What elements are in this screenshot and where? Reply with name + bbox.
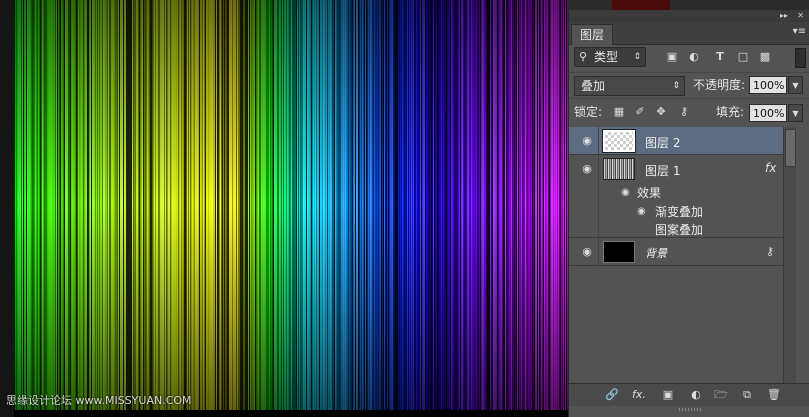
smart-object-filter-icon[interactable]: ▩ [759,51,771,63]
layers-bottom-toolbar: 🔗 fx. ▣ ◐ 🗁 ⧉ 🗑 [569,383,809,406]
eye-icon[interactable]: ◉ [637,206,646,217]
layer-row-background[interactable]: ◉ 背景 ⚷ [569,238,783,266]
link-layers-icon[interactable]: 🔗 [604,388,620,402]
eye-icon[interactable]: ◉ [621,187,630,198]
eye-icon[interactable]: ◉ [580,246,594,257]
collapse-icon[interactable]: ▸▸ [780,10,788,22]
visibility-column: ◉ [569,238,599,265]
blend-mode-select[interactable]: 叠加 ⇕ [574,76,685,96]
panel-titlebar: ▸▸ ✕ [569,10,809,22]
layer-row-2[interactable]: ◉ 图层 2 [569,127,783,155]
layer-name: 图层 1 [645,164,681,178]
eye-icon[interactable]: ◉ [580,163,594,174]
fill-input[interactable]: 100% [749,104,787,122]
fx-badge[interactable]: fx [765,161,776,175]
panel-resize-grip[interactable] [679,408,701,411]
visibility-column: ◉ [569,155,599,237]
lock-transparency-icon[interactable]: ▦ [613,105,625,119]
rainbow-stripes-image [14,0,568,410]
layer-name: 图层 2 [645,136,681,150]
eye-icon[interactable]: ◉ [580,135,594,146]
filter-toggle-switch[interactable] [795,48,806,68]
mask-icon[interactable]: ▣ [660,388,676,402]
close-icon[interactable]: ✕ [797,10,804,22]
shape-filter-icon[interactable]: □ [737,51,749,63]
updown-arrow-icon: ⇕ [672,81,680,91]
visibility-column: ◉ [569,127,599,154]
watermark-text: 思缘设计论坛 www.MISSYUAN.COM [6,394,192,407]
blend-mode-value: 叠加 [581,79,606,93]
lock-row: 锁定: ▦ ✐ ✥ ⚷ 填充: 100% ▼ [569,98,809,128]
updown-arrow-icon: ⇕ [633,52,641,62]
type-filter-icon[interactable]: T [714,51,726,63]
fill-dropdown-icon[interactable]: ▼ [788,104,803,122]
background-window-strip [612,0,670,10]
adjustment-icon[interactable]: ◐ [688,388,704,402]
search-icon: ⚲ [579,50,588,63]
effects-label: 效果 [637,186,662,200]
fill-label: 填充: [716,105,745,119]
layer-thumbnail-black [603,241,635,263]
filter-kind-select[interactable]: ⚲ 类型 ⇕ [574,47,646,67]
blend-row: 叠加 ⇕ 不透明度: 100% ▼ [569,72,809,99]
panel-tabs: 图层 ▾≡ [569,22,809,45]
layer-thumbnail-stripes [603,158,635,180]
lock-all-icon[interactable]: ⚷ [678,105,690,119]
opacity-label: 不透明度: [693,78,746,92]
filter-kind-label: 类型 [594,50,619,64]
layers-list: ◉ 图层 2 ◉ 图层 1 fx ◉ 效果 ◉ 渐变叠加 图案叠加 ◉ 背景 ⚷ [569,127,809,383]
layers-panel: ▸▸ ✕ 图层 ▾≡ ⚲ 类型 ⇕ ▣ ◐ T □ ▩ 叠加 ⇕ 不透明度: 1… [568,10,809,417]
lock-position-icon[interactable]: ✥ [655,105,667,119]
lock-icon: ⚷ [766,245,775,258]
effect-pattern-overlay[interactable]: 图案叠加 [655,221,703,238]
opacity-input[interactable]: 100% [749,76,787,94]
fx-icon[interactable]: fx. [631,388,647,402]
canvas-border [0,0,14,417]
layers-scrollbar[interactable] [783,127,796,383]
layer-filter-row: ⚲ 类型 ⇕ ▣ ◐ T □ ▩ [569,44,809,72]
layer-name: 背景 [645,247,667,260]
group-folder-icon[interactable]: 🗁 [713,388,729,402]
image-filter-icon[interactable]: ▣ [666,51,678,63]
effect-gradient-overlay[interactable]: 渐变叠加 [655,203,703,220]
trash-icon[interactable]: 🗑 [766,388,782,402]
adjustment-filter-icon[interactable]: ◐ [688,51,700,63]
panel-menu-icon[interactable]: ▾≡ [793,26,806,37]
layer-row-1[interactable]: ◉ 图层 1 fx ◉ 效果 ◉ 渐变叠加 图案叠加 [569,155,783,238]
opacity-dropdown-icon[interactable]: ▼ [788,76,803,94]
scrollbar-thumb[interactable] [785,129,796,167]
tab-layers[interactable]: 图层 [571,24,614,45]
new-layer-icon[interactable]: ⧉ [739,388,755,402]
lock-paint-icon[interactable]: ✐ [634,105,646,119]
lock-label: 锁定: [574,105,603,119]
document-canvas[interactable]: 思缘设计论坛 www.MISSYUAN.COM [0,0,568,417]
layer-thumbnail-transparent [602,129,636,153]
